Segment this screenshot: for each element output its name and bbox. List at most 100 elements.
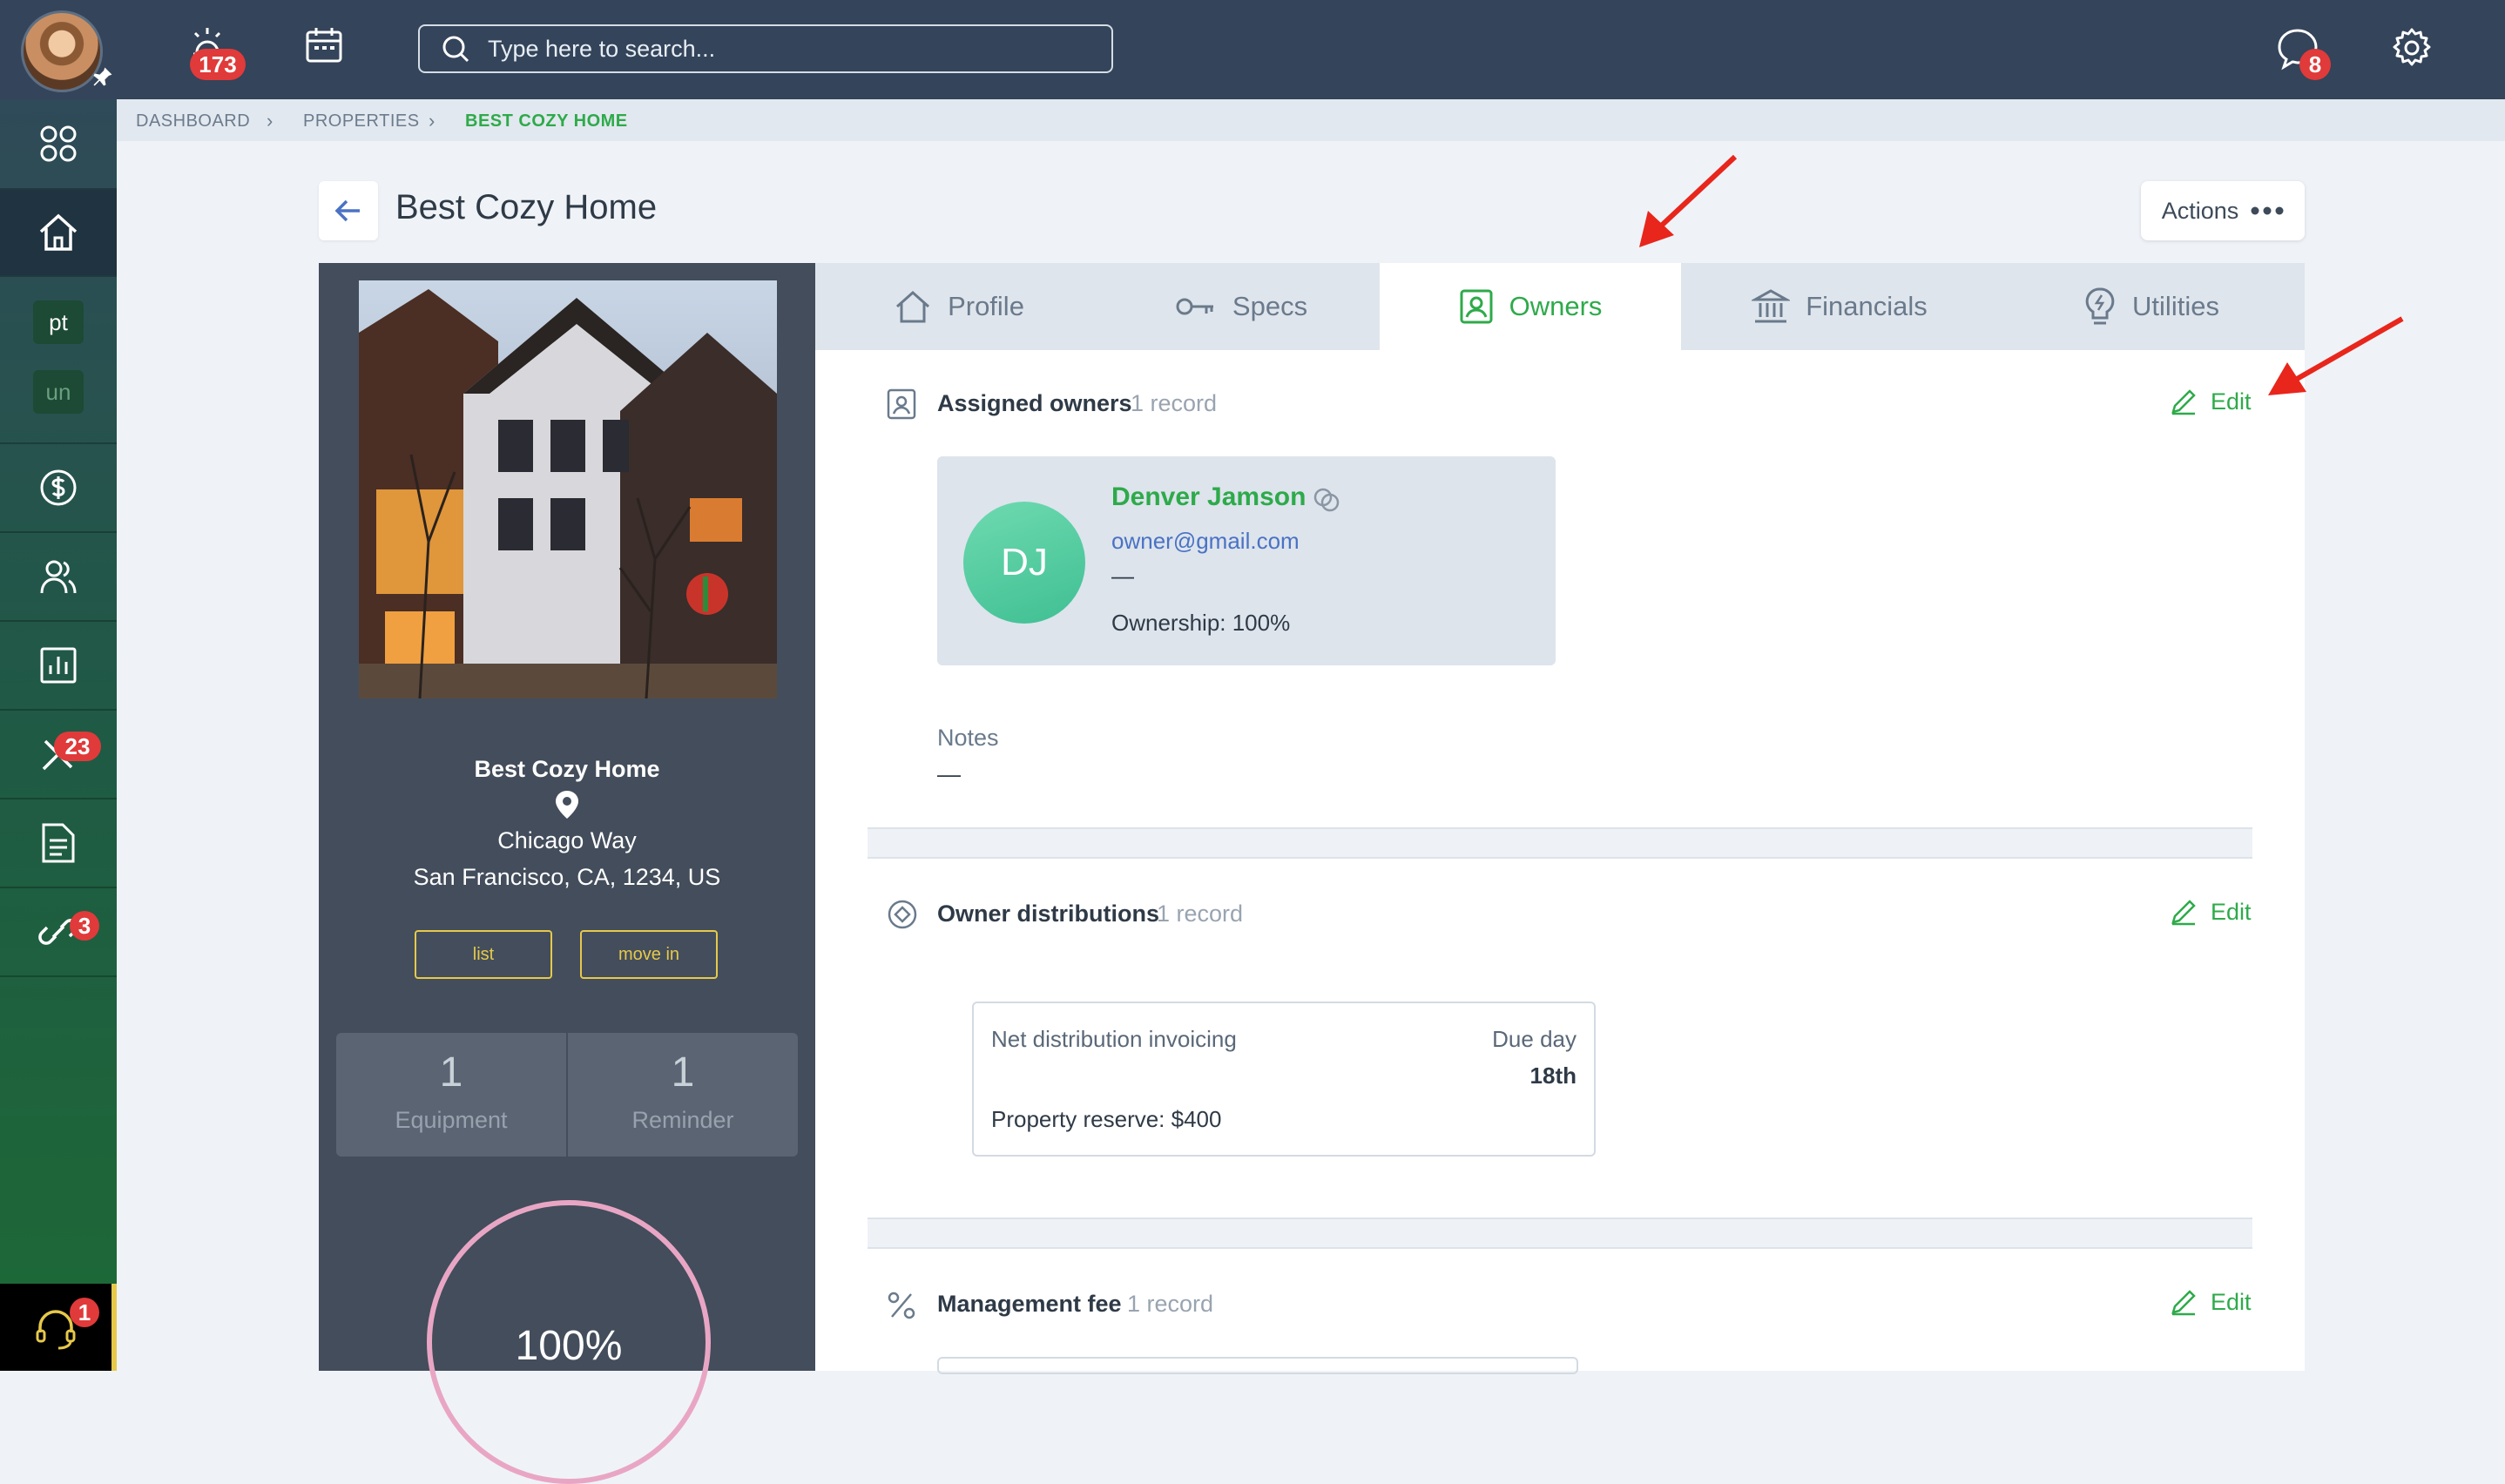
document-icon <box>42 823 75 863</box>
sidebar-item-apps[interactable] <box>0 99 117 188</box>
sidebar-item-documents[interactable] <box>0 799 117 887</box>
key-icon <box>1176 298 1213 315</box>
management-fee-title: Management fee <box>937 1291 1122 1317</box>
tab-profile[interactable]: Profile <box>815 263 1103 350</box>
tile-pt: pt <box>33 300 84 344</box>
annotation-arrow-icon <box>2268 316 2404 395</box>
dollar-circle-icon <box>40 469 77 506</box>
sidebar-item-pt[interactable]: pt <box>0 296 117 348</box>
page-title: Best Cozy Home <box>395 188 658 226</box>
section-divider <box>868 827 2252 859</box>
sidebar-item-reports[interactable] <box>0 622 117 709</box>
sidebar-item-people[interactable] <box>0 533 117 620</box>
more-dots-icon <box>2251 206 2284 215</box>
reminder-stat[interactable]: 1 Reminder <box>568 1033 798 1157</box>
list-button[interactable]: list <box>415 930 552 979</box>
assigned-owners-title: Assigned owners <box>937 390 1132 416</box>
pencil-icon <box>2171 389 2196 415</box>
owner-avatar: DJ <box>963 502 1085 624</box>
owner-phone: — <box>1111 563 1134 589</box>
bank-icon <box>1752 289 1791 323</box>
maintenance-count-badge: 23 <box>54 732 101 761</box>
owner-badge-icon <box>887 388 916 420</box>
equipment-count: 1 <box>439 1049 463 1096</box>
owner-ownership: Ownership: 100% <box>1111 610 1291 636</box>
alerts-count-badge: 173 <box>190 49 246 80</box>
tile-un: un <box>33 370 84 414</box>
breadcrumb-properties[interactable]: PROPERTIES <box>303 111 420 132</box>
bar-chart-icon <box>40 647 77 684</box>
actions-button[interactable]: Actions <box>2141 181 2305 240</box>
owner-name[interactable]: Denver Jamson <box>1111 482 1306 512</box>
sidebar-item-accounting[interactable] <box>0 444 117 531</box>
invoicing-label: Net distribution invoicing <box>991 1026 1237 1052</box>
bulb-icon <box>2085 287 2115 325</box>
tab-label: Owners <box>1509 291 1603 321</box>
assigned-owners-edit-button[interactable]: Edit <box>2169 387 2252 416</box>
breadcrumb-dashboard[interactable]: DASHBOARD <box>136 111 250 132</box>
tab-label: Specs <box>1232 291 1308 321</box>
top-bar <box>0 0 2505 99</box>
search-icon <box>442 36 469 63</box>
gear-icon <box>2393 28 2431 66</box>
house-icon <box>896 290 930 323</box>
annotation-arrow-icon <box>1639 154 1738 247</box>
house-icon <box>39 213 78 251</box>
assigned-owners-count: 1 record <box>1131 390 1218 416</box>
support-accent <box>111 1284 117 1371</box>
notes-value: — <box>937 761 961 787</box>
occupancy-ring: 100% <box>427 1200 711 1484</box>
grid-icon <box>40 125 77 162</box>
support-count-badge: 1 <box>70 1298 99 1327</box>
tab-financials[interactable]: Financials <box>1681 263 1998 350</box>
property-photo[interactable] <box>359 280 777 698</box>
sidebar-item-properties[interactable] <box>0 190 117 275</box>
breadcrumb-separator: › <box>429 110 436 132</box>
equipment-label: Equipment <box>395 1107 508 1133</box>
search-input[interactable] <box>486 34 1099 64</box>
pencil-icon <box>2171 900 2196 926</box>
property-stats: 1 Equipment 1 Reminder <box>336 1033 798 1157</box>
location-pin-icon <box>554 789 580 820</box>
occupancy-value: 100% <box>515 1323 623 1369</box>
owner-email[interactable]: owner@gmail.com <box>1111 528 1300 555</box>
back-button[interactable] <box>319 181 378 240</box>
management-fee-card <box>937 1357 1578 1374</box>
property-name: Best Cozy Home <box>474 756 660 782</box>
house-photo-image <box>359 280 777 698</box>
actions-label: Actions <box>2161 197 2239 224</box>
pin-icon <box>93 67 112 86</box>
tab-utilities[interactable]: Utilities <box>1998 263 2305 350</box>
tab-label: Utilities <box>2132 291 2219 321</box>
management-fee-count: 1 record <box>1127 1291 1214 1317</box>
percent-icon <box>888 1292 915 1319</box>
notes-label: Notes <box>937 725 999 751</box>
owner-distributions-count: 1 record <box>1157 901 1244 927</box>
move-in-button[interactable]: move in <box>580 930 718 979</box>
people-icon <box>40 560 77 594</box>
breadcrumb-current: BEST COZY HOME <box>465 111 628 131</box>
pencil-icon <box>2171 1290 2196 1316</box>
reminder-label: Reminder <box>631 1107 734 1133</box>
settings-button[interactable] <box>2390 26 2434 70</box>
tab-owners[interactable]: Owners <box>1380 263 1681 350</box>
support-button[interactable] <box>0 1284 117 1371</box>
calendar-button[interactable] <box>303 24 345 66</box>
tab-label: Financials <box>1806 291 1928 321</box>
breadcrumb-separator: › <box>267 110 273 132</box>
owner-distributions-edit-button[interactable]: Edit <box>2169 897 2252 927</box>
search-box[interactable] <box>418 24 1113 73</box>
property-street: Chicago Way <box>497 827 637 853</box>
calendar-icon <box>306 28 342 63</box>
link-chain-icon[interactable] <box>1312 484 1341 514</box>
equipment-stat[interactable]: 1 Equipment <box>336 1033 566 1157</box>
sidebar-item-un[interactable]: un <box>0 366 117 418</box>
messages-count-badge: 8 <box>2299 49 2331 80</box>
due-day-value: 18th <box>1529 1062 1577 1089</box>
management-fee-edit-button[interactable]: Edit <box>2169 1287 2252 1317</box>
tab-label: Profile <box>948 291 1024 321</box>
owner-badge-icon <box>1460 289 1493 324</box>
section-divider <box>868 1218 2252 1249</box>
sidebar-item-tasks[interactable] <box>0 888 117 975</box>
tab-specs[interactable]: Specs <box>1103 263 1380 350</box>
